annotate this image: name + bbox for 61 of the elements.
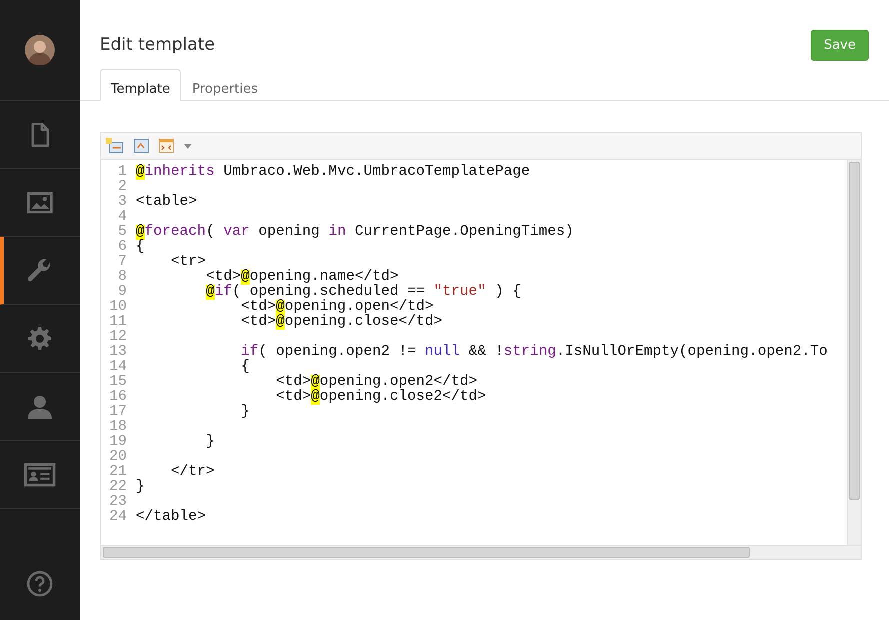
line-number: 24 bbox=[108, 510, 128, 525]
code-line: </table> bbox=[136, 510, 206, 525]
line-number: 9 bbox=[117, 285, 128, 300]
code-line: { bbox=[240, 360, 250, 375]
horizontal-scrollbar[interactable] bbox=[101, 545, 861, 559]
code-line: @if( opening.scheduled == "true" ) { bbox=[205, 285, 522, 300]
line-number: 23 bbox=[108, 495, 128, 510]
section-item[interactable] bbox=[0, 237, 80, 305]
code-line: <td>@opening.close2</td> bbox=[275, 390, 486, 405]
insert-macro-icon[interactable] bbox=[134, 139, 149, 153]
code-line: } bbox=[136, 480, 145, 495]
line-number: 4 bbox=[117, 210, 128, 225]
page-title: Edit template bbox=[100, 35, 216, 55]
code-line: </tr> bbox=[170, 465, 215, 480]
caret-icon[interactable] bbox=[184, 144, 192, 148]
line-number: 14 bbox=[108, 360, 128, 375]
line-number: 8 bbox=[117, 270, 128, 285]
code-line: @inherits Umbraco.Web.Mvc.UmbracoTemplatePage bbox=[136, 165, 530, 180]
line-number: 20 bbox=[108, 450, 128, 465]
line-number: 21 bbox=[108, 465, 128, 480]
line-number: 12 bbox=[108, 330, 128, 345]
gear-icon bbox=[28, 326, 52, 350]
line-number: 5 bbox=[117, 225, 128, 240]
line-number: 2 bbox=[117, 180, 128, 195]
line-number: 13 bbox=[108, 345, 128, 360]
tab[interactable]: Properties bbox=[181, 69, 270, 101]
line-number: 1 bbox=[117, 165, 128, 180]
save-button[interactable]: Save bbox=[811, 30, 869, 60]
code-line: if( opening.open2 != null && !string.IsNullOrEmpty(opening.open2.To bbox=[240, 345, 828, 360]
person-icon bbox=[28, 394, 52, 418]
line-number: 16 bbox=[108, 390, 128, 405]
line-number: 6 bbox=[117, 240, 128, 255]
line-number: 7 bbox=[117, 255, 128, 270]
code-line: <td>@opening.name</td> bbox=[205, 270, 399, 285]
line-number: 22 bbox=[108, 480, 128, 495]
code-line: @foreach( var opening in CurrentPage.OpeningTimes) bbox=[136, 225, 574, 240]
code-line: <table> bbox=[136, 195, 198, 210]
line-number: 10 bbox=[108, 300, 128, 315]
code-line: } bbox=[240, 405, 250, 420]
code-line: <td>@opening.open</td> bbox=[240, 300, 434, 315]
avatar-icon[interactable] bbox=[25, 35, 55, 65]
insert-snippet-icon[interactable] bbox=[106, 138, 124, 154]
tab[interactable]: Template bbox=[100, 69, 182, 101]
code-line: <td>@opening.close</td> bbox=[240, 315, 443, 330]
help-icon[interactable] bbox=[27, 571, 53, 597]
code-line: <tr> bbox=[170, 255, 206, 270]
line-number: 17 bbox=[108, 405, 128, 420]
code-line: } bbox=[205, 435, 215, 450]
insert-field-icon[interactable] bbox=[159, 139, 174, 153]
code-line: { bbox=[136, 240, 145, 255]
line-number: 19 bbox=[108, 435, 128, 450]
document-icon bbox=[30, 122, 50, 146]
id-card-icon bbox=[24, 462, 56, 486]
line-number: 18 bbox=[108, 420, 128, 435]
vertical-scrollbar[interactable] bbox=[847, 160, 861, 545]
line-number: 3 bbox=[117, 195, 128, 210]
line-number: 11 bbox=[108, 315, 128, 330]
line-number: 15 bbox=[108, 375, 128, 390]
code-editor[interactable] bbox=[100, 132, 862, 560]
image-icon bbox=[26, 190, 54, 214]
code-line: <td>@opening.open2</td> bbox=[275, 375, 478, 390]
